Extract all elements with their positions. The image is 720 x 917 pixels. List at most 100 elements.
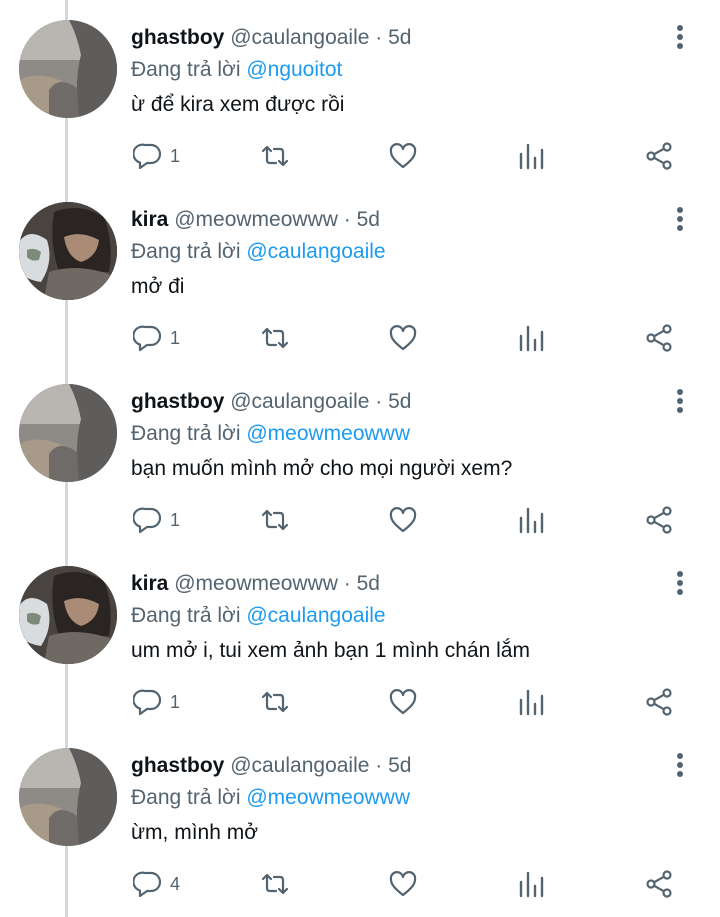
avatar[interactable] xyxy=(19,566,117,664)
share-icon xyxy=(646,870,672,898)
replying-to: Đang trả lời @caulangoaile xyxy=(131,602,386,630)
more-icon xyxy=(677,389,683,395)
more-options-button[interactable] xyxy=(666,204,694,238)
reply-prefix: Đang trả lời xyxy=(131,240,241,263)
tweet[interactable]: ghastboy @caulangoaile · 5d Đang trả lời… xyxy=(0,364,720,546)
separator-dot: · xyxy=(343,572,351,595)
reply-prefix: Đang trả lời xyxy=(131,786,241,809)
like-icon xyxy=(389,325,417,351)
retweet-icon xyxy=(261,691,289,713)
share-button[interactable] xyxy=(644,504,674,536)
avatar[interactable] xyxy=(19,384,117,482)
avatar-kira-image xyxy=(19,202,117,300)
views-button[interactable] xyxy=(516,140,546,172)
reply-count: 4 xyxy=(170,873,181,894)
retweet-button[interactable] xyxy=(260,140,290,172)
avatar-kira-image xyxy=(19,566,117,664)
more-options-button[interactable] xyxy=(666,22,694,56)
reply-button[interactable]: 1 xyxy=(133,140,180,172)
timestamp[interactable]: 5d xyxy=(388,26,411,49)
share-button[interactable] xyxy=(644,322,674,354)
handle[interactable]: @caulangoaile xyxy=(230,754,369,777)
reply-icon xyxy=(133,143,162,170)
like-icon xyxy=(389,689,417,715)
tweet-header: kira @meowmeowww · 5d xyxy=(131,570,380,598)
handle[interactable]: @caulangoaile xyxy=(230,390,369,413)
tweet-header: ghastboy @caulangoaile · 5d xyxy=(131,752,411,780)
avatar-ghastboy-image xyxy=(19,748,117,846)
like-button[interactable] xyxy=(388,868,418,900)
timestamp[interactable]: 5d xyxy=(357,208,380,231)
tweet[interactable]: ghastboy @caulangoaile · 5d Đang trả lời… xyxy=(0,728,720,910)
handle[interactable]: @caulangoaile xyxy=(230,26,369,49)
timestamp[interactable]: 5d xyxy=(357,572,380,595)
retweet-button[interactable] xyxy=(260,504,290,536)
tweet-text: mở đi xyxy=(131,275,185,298)
avatar[interactable] xyxy=(19,202,117,300)
tweet-header: kira @meowmeowww · 5d xyxy=(131,206,380,234)
more-icon xyxy=(677,753,683,759)
like-icon xyxy=(389,143,417,169)
replying-to: Đang trả lời @caulangoaile xyxy=(131,238,386,266)
views-button[interactable] xyxy=(516,322,546,354)
share-button[interactable] xyxy=(644,686,674,718)
reply-button[interactable]: 1 xyxy=(133,322,180,354)
display-name[interactable]: ghastboy xyxy=(131,26,224,49)
like-icon xyxy=(389,871,417,897)
reply-button[interactable]: 1 xyxy=(133,686,180,718)
reply-mention[interactable]: @meowmeowww xyxy=(246,786,410,809)
like-button[interactable] xyxy=(388,140,418,172)
reply-icon xyxy=(133,689,162,716)
avatar-ghastboy-image xyxy=(19,20,117,118)
reply-mention[interactable]: @meowmeowww xyxy=(246,422,410,445)
reply-prefix: Đang trả lời xyxy=(131,604,241,627)
avatar[interactable] xyxy=(19,748,117,846)
more-icon xyxy=(677,207,683,213)
views-icon xyxy=(519,507,544,534)
share-icon xyxy=(646,324,672,352)
tweet[interactable]: kira @meowmeowww · 5d Đang trả lời @caul… xyxy=(0,182,720,364)
timestamp[interactable]: 5d xyxy=(388,754,411,777)
replying-to: Đang trả lời @meowmeowww xyxy=(131,784,410,812)
tweet[interactable]: ghastboy @caulangoaile · 5d Đang trả lời… xyxy=(0,0,720,182)
avatar[interactable] xyxy=(19,20,117,118)
share-button[interactable] xyxy=(644,140,674,172)
tweet[interactable]: kira @meowmeowww · 5d Đang trả lời @caul… xyxy=(0,546,720,728)
share-icon xyxy=(646,142,672,170)
display-name[interactable]: kira xyxy=(131,208,168,231)
reply-mention[interactable]: @caulangoaile xyxy=(246,604,385,627)
more-options-button[interactable] xyxy=(666,568,694,602)
like-button[interactable] xyxy=(388,686,418,718)
display-name[interactable]: ghastboy xyxy=(131,390,224,413)
reply-mention[interactable]: @caulangoaile xyxy=(246,240,385,263)
like-button[interactable] xyxy=(388,322,418,354)
views-button[interactable] xyxy=(516,504,546,536)
retweet-button[interactable] xyxy=(260,686,290,718)
more-options-button[interactable] xyxy=(666,386,694,420)
retweet-icon xyxy=(261,873,289,895)
display-name[interactable]: ghastboy xyxy=(131,754,224,777)
share-button[interactable] xyxy=(644,868,674,900)
views-icon xyxy=(519,871,544,898)
tweet-text: um mở i, tui xem ảnh bạn 1 mình chán lắm xyxy=(131,639,530,662)
more-icon xyxy=(677,25,683,31)
tweet-header: ghastboy @caulangoaile · 5d xyxy=(131,388,411,416)
handle[interactable]: @meowmeowww xyxy=(174,208,338,231)
avatar-ghastboy-image xyxy=(19,384,117,482)
like-icon xyxy=(389,507,417,533)
timestamp[interactable]: 5d xyxy=(388,390,411,413)
retweet-button[interactable] xyxy=(260,868,290,900)
like-button[interactable] xyxy=(388,504,418,536)
views-button[interactable] xyxy=(516,868,546,900)
views-button[interactable] xyxy=(516,686,546,718)
reply-button[interactable]: 1 xyxy=(133,504,180,536)
more-options-button[interactable] xyxy=(666,750,694,784)
reply-button[interactable]: 4 xyxy=(133,868,180,900)
reply-mention[interactable]: @nguoitot xyxy=(246,58,342,81)
reply-count: 1 xyxy=(170,691,181,712)
display-name[interactable]: kira xyxy=(131,572,168,595)
reply-prefix: Đang trả lời xyxy=(131,422,241,445)
retweet-button[interactable] xyxy=(260,322,290,354)
handle[interactable]: @meowmeowww xyxy=(174,572,338,595)
reply-count: 1 xyxy=(170,327,181,348)
